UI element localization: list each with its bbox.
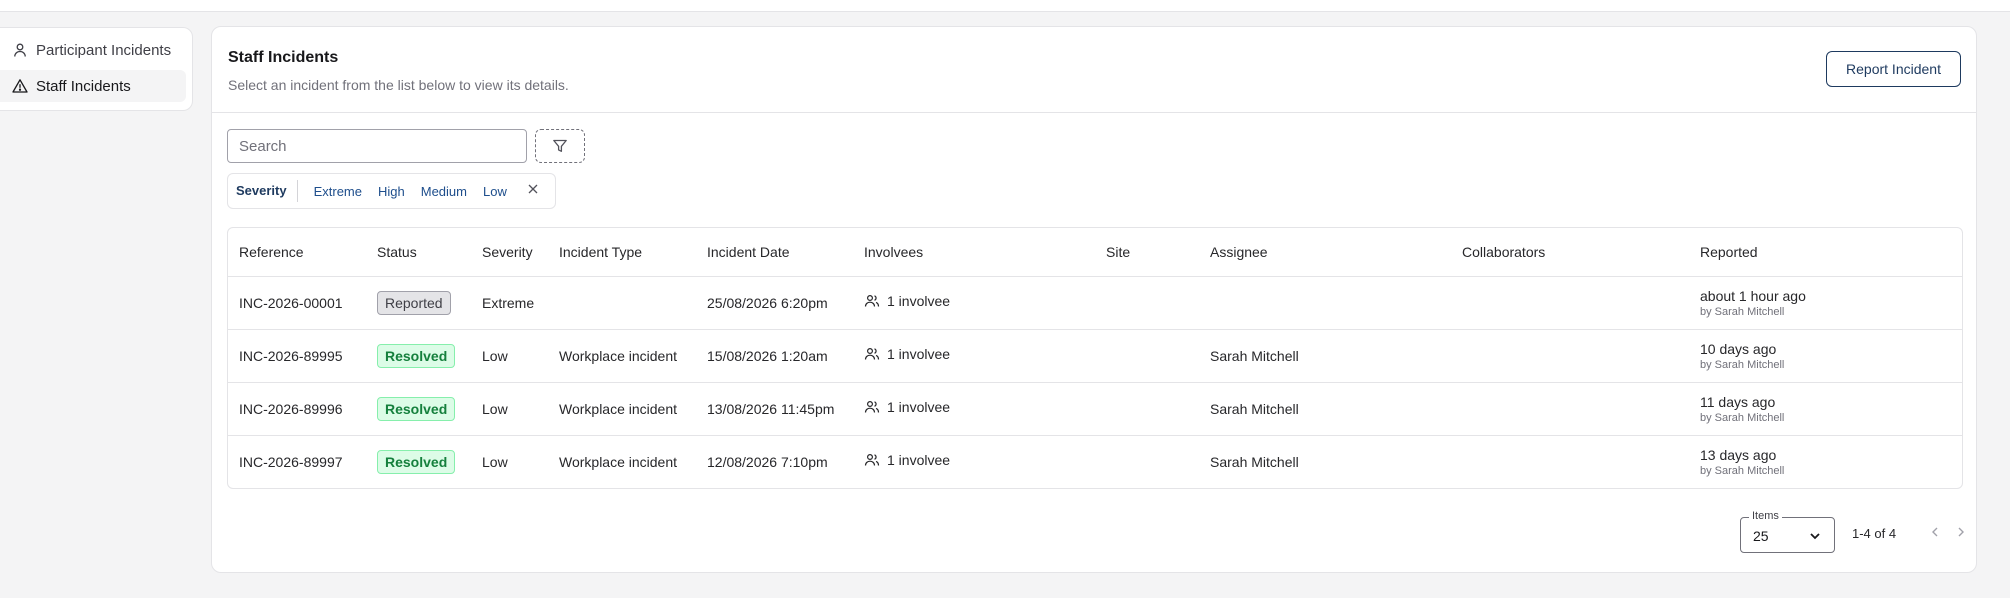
cell-collaborators — [1451, 329, 1689, 383]
column-header-incident-type[interactable]: Incident Type — [548, 228, 696, 277]
cell-incident-date: 25/08/2026 6:20pm — [696, 276, 853, 330]
cell-severity: Extreme — [471, 276, 548, 330]
status-badge: Resolved — [377, 449, 456, 474]
chevron-down-icon — [1810, 533, 1820, 540]
table-row[interactable]: INC-2026-89996 Resolved Low Workplace in… — [228, 382, 1962, 436]
top-bar — [0, 0, 2010, 12]
cell-site — [1095, 382, 1199, 436]
table-row[interactable]: INC-2026-89995 Resolved Low Workplace in… — [228, 329, 1962, 383]
table-row[interactable]: INC-2026-89997 Resolved Low Workplace in… — [228, 435, 1962, 488]
column-header-site[interactable]: Site — [1095, 228, 1199, 277]
cell-severity: Low — [471, 382, 548, 436]
reported-time: 13 days ago — [1700, 446, 1777, 463]
cell-incident-type — [548, 276, 696, 330]
pagination: Items 25 1-4 of 4 — [1450, 510, 1964, 553]
chevron-right-icon[interactable] — [1954, 525, 1968, 539]
panel-header: Staff Incidents Select an incident from … — [212, 27, 1976, 113]
involvees-count: 1 involvee — [887, 346, 951, 362]
reported-by: by Sarah Mitchell — [1700, 305, 1785, 318]
people-icon — [864, 294, 880, 307]
cell-incident-type: Workplace incident — [548, 382, 696, 436]
cell-reference: INC-2026-00001 — [228, 276, 366, 330]
table-header-row: Reference Status Severity Incident Type … — [228, 228, 1962, 277]
sidebar-item-staff-incidents[interactable]: Staff Incidents — [0, 70, 186, 102]
cell-incident-type: Workplace incident — [548, 329, 696, 383]
cell-incident-date: 13/08/2026 11:45pm — [696, 382, 853, 436]
cell-assignee — [1199, 276, 1451, 330]
items-per-page-select[interactable]: Items 25 — [1740, 510, 1835, 553]
severity-filter-chips: Severity Extreme High Medium Low — [227, 173, 556, 209]
status-badge: Resolved — [377, 343, 456, 368]
search-input[interactable] — [227, 129, 527, 163]
cell-severity: Low — [471, 329, 548, 383]
person-icon — [12, 42, 28, 58]
sidebar: Participant Incidents Staff Incidents — [0, 27, 193, 111]
filter-button[interactable] — [535, 129, 585, 163]
status-badge: Resolved — [377, 396, 456, 421]
filter-option-high[interactable]: High — [378, 184, 405, 199]
cell-reference: INC-2026-89996 — [228, 382, 366, 436]
involvees-count: 1 involvee — [887, 293, 951, 309]
column-header-incident-date[interactable]: Incident Date — [696, 228, 853, 277]
page-title: Staff Incidents — [228, 49, 339, 66]
cell-incident-date: 15/08/2026 1:20am — [696, 329, 853, 383]
reported-by: by Sarah Mitchell — [1700, 358, 1785, 371]
warning-triangle-icon — [12, 78, 28, 94]
filter-option-low[interactable]: Low — [483, 184, 507, 199]
cell-collaborators — [1451, 382, 1689, 436]
reported-time: about 1 hour ago — [1700, 287, 1806, 304]
reported-time: 10 days ago — [1700, 340, 1777, 357]
items-per-page-value: 25 — [1753, 528, 1769, 544]
reported-by: by Sarah Mitchell — [1700, 464, 1785, 477]
column-header-reported[interactable]: Reported — [1689, 228, 1962, 277]
chevron-left-icon[interactable] — [1928, 525, 1942, 539]
column-header-status[interactable]: Status — [366, 228, 471, 277]
cell-collaborators — [1451, 276, 1689, 330]
filter-chip-label: Severity — [236, 180, 298, 202]
cell-collaborators — [1451, 435, 1689, 488]
reported-time: 11 days ago — [1700, 393, 1776, 410]
cell-incident-date: 12/08/2026 7:10pm — [707, 453, 828, 470]
column-header-involvees[interactable]: Involvees — [853, 228, 1095, 277]
people-icon — [864, 454, 880, 466]
table-row[interactable]: INC-2026-00001 Reported Extreme 25/08/20… — [228, 276, 1962, 330]
pagination-range: 1-4 of 4 — [1852, 526, 1897, 541]
cell-site — [1095, 435, 1199, 488]
cell-severity: Low — [482, 453, 508, 470]
column-header-assignee[interactable]: Assignee — [1199, 228, 1451, 277]
column-header-reference[interactable]: Reference — [228, 228, 366, 277]
close-icon[interactable] — [527, 182, 539, 200]
involvees-count: 1 involvee — [887, 399, 951, 415]
cell-reference: INC-2026-89995 — [228, 329, 366, 383]
column-header-severity[interactable]: Severity — [471, 228, 548, 277]
cell-assignee: Sarah Mitchell — [1210, 453, 1299, 470]
filter-option-extreme[interactable]: Extreme — [314, 184, 362, 199]
staff-incidents-panel: Staff Incidents Select an incident from … — [211, 26, 1977, 573]
involvees-count: 1 involvee — [887, 452, 951, 469]
reported-by: by Sarah Mitchell — [1700, 411, 1785, 424]
cell-incident-type: Workplace incident — [559, 453, 678, 470]
cell-assignee: Sarah Mitchell — [1199, 329, 1451, 383]
cell-site — [1095, 276, 1199, 330]
items-per-page-label: Items — [1749, 510, 1782, 522]
sidebar-item-participant-incidents[interactable]: Participant Incidents — [0, 34, 186, 66]
sidebar-item-label: Staff Incidents — [36, 77, 131, 95]
report-incident-button[interactable]: Report Incident — [1826, 51, 1961, 87]
column-header-collaborators[interactable]: Collaborators — [1451, 228, 1689, 277]
cell-reference: INC-2026-89997 — [239, 453, 343, 470]
cell-site — [1095, 329, 1199, 383]
people-icon — [864, 347, 880, 360]
incidents-table: Reference Status Severity Incident Type … — [227, 227, 1963, 489]
sidebar-item-label: Participant Incidents — [36, 41, 172, 59]
filter-icon — [553, 139, 567, 152]
page-subtitle: Select an incident from the list below t… — [228, 77, 569, 93]
cell-assignee: Sarah Mitchell — [1199, 382, 1451, 436]
people-icon — [864, 400, 880, 413]
status-badge: Reported — [377, 290, 451, 315]
filter-option-medium[interactable]: Medium — [421, 184, 467, 199]
